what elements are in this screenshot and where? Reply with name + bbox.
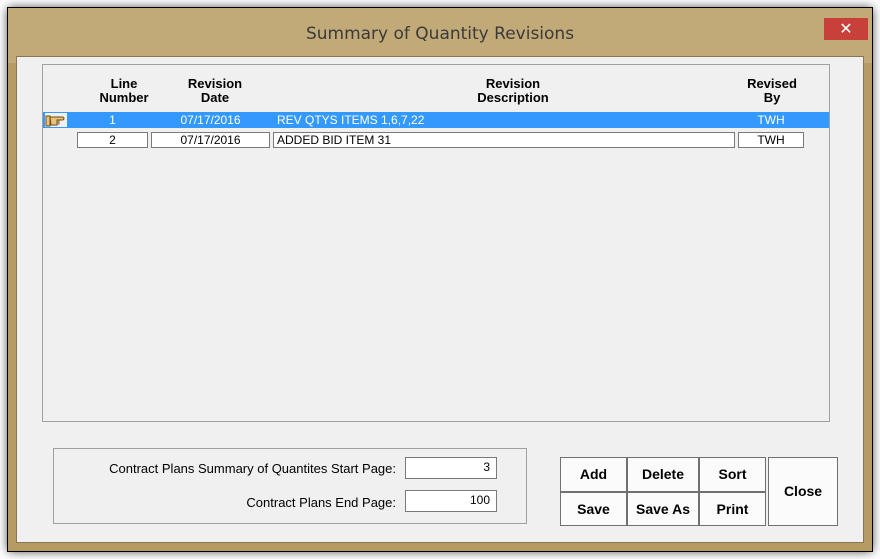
revision-date-cell[interactable]: 07/17/2016 [151, 112, 270, 128]
table-row[interactable]: 2 07/17/2016 ADDED BID ITEM 31 TWH [43, 132, 829, 148]
end-page-label: Contract Plans End Page: [246, 495, 396, 510]
end-page-input[interactable]: 100 [405, 490, 497, 512]
revisions-grid: Line Number Revision Date Revision Descr… [42, 64, 830, 422]
header-text: Line [110, 76, 138, 91]
sort-button[interactable]: Sort [699, 457, 766, 492]
revised-by-cell[interactable]: TWH [738, 112, 804, 128]
header-text: Number [99, 90, 149, 105]
header-text: Description [477, 90, 549, 105]
add-button[interactable]: Add [560, 457, 627, 492]
title-bar[interactable]: Summary of Quantity Revisions ✕ [8, 8, 872, 63]
column-header-revised-by[interactable]: Revised By [733, 77, 811, 105]
column-header-revision-description[interactable]: Revision Description [289, 77, 737, 105]
close-icon[interactable]: ✕ [824, 18, 868, 40]
revision-description-cell[interactable]: ADDED BID ITEM 31 [273, 132, 735, 148]
close-button[interactable]: Close [768, 457, 838, 526]
column-header-revision-date[interactable]: Revision Date [161, 77, 269, 105]
window-title: Summary of Quantity Revisions [305, 24, 575, 44]
header-text: By [763, 90, 781, 105]
start-page-input[interactable]: 3 [405, 457, 497, 479]
pointing-hand-icon [45, 113, 67, 127]
header-text: Revision [187, 76, 243, 91]
save-button[interactable]: Save [560, 492, 627, 526]
line-number-cell[interactable]: 2 [77, 132, 148, 148]
revision-date-cell[interactable]: 07/17/2016 [151, 132, 270, 148]
print-button[interactable]: Print [699, 492, 766, 526]
header-text: Revision [485, 76, 541, 91]
header-text: Revised [747, 76, 797, 91]
line-number-cell[interactable]: 1 [77, 112, 148, 128]
revised-by-cell[interactable]: TWH [738, 132, 804, 148]
header-text: Date [200, 90, 230, 105]
column-header-line-number[interactable]: Line Number [87, 77, 161, 105]
delete-button[interactable]: Delete [627, 457, 699, 492]
save-as-button[interactable]: Save As [627, 492, 699, 526]
table-row[interactable]: 1 07/17/2016 REV QTYS ITEMS 1,6,7,22 TWH [43, 112, 829, 128]
revision-description-cell[interactable]: REV QTYS ITEMS 1,6,7,22 [273, 112, 735, 128]
start-page-label: Contract Plans Summary of Quantites Star… [109, 461, 396, 476]
